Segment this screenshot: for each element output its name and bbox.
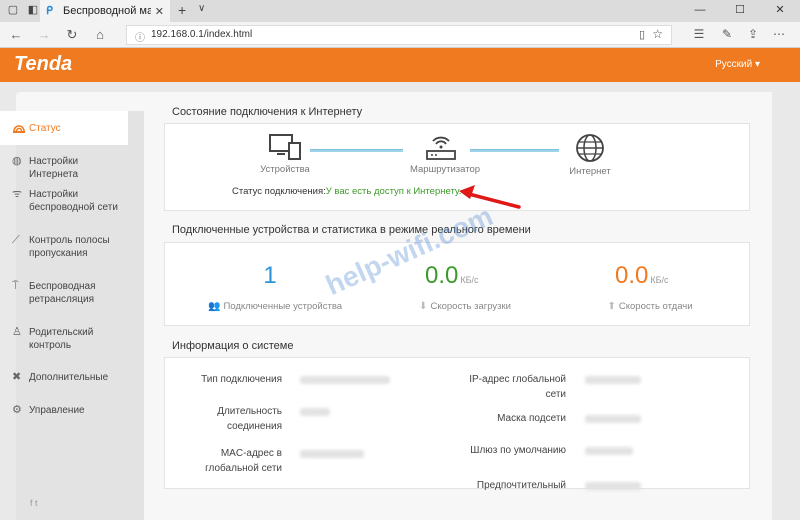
globe-icon: [576, 134, 604, 162]
maximize-icon[interactable]: ☐: [720, 0, 760, 22]
sidebar-item-label: Беспроводная ретрансляция: [29, 281, 96, 305]
connection-section-title: Состояние подключения к Интернету: [172, 106, 363, 118]
new-tab-icon[interactable]: +: [178, 2, 186, 18]
mask-value: [585, 415, 641, 423]
minimize-icon[interactable]: —: [680, 0, 720, 22]
browser-tab[interactable]: ᑭ Беспроводной маршру ✕: [40, 0, 170, 22]
wifi-icon: ᯤ: [12, 188, 23, 200]
duration-label: Длительность соединения: [217, 406, 282, 432]
dns-label: Предпочтительный: [476, 480, 566, 491]
devices-icon: [269, 134, 301, 160]
devices-stat-label: 👥 Подключенные устройства: [207, 301, 343, 312]
sidebar-item-label: Родительский контроль: [29, 327, 94, 351]
sidebar-item-advanced[interactable]: ✖ Дополнительные: [0, 371, 128, 385]
connection-type-label: Тип подключения: [201, 374, 282, 385]
link-line-devices-router: [310, 149, 403, 152]
internet-node: Интернет: [560, 133, 620, 177]
sidebar-item-label: Настройки беспроводной сети: [29, 189, 118, 213]
browser-tabbar: ▢ ◧ ᑭ Беспроводной маршру ✕ + ∨ — ☐ ✕: [0, 0, 800, 22]
upload-value: 0.0: [615, 262, 649, 289]
internet-label: Интернет: [569, 166, 611, 177]
tab-aside-icon[interactable]: ◧: [26, 3, 40, 17]
close-tab-icon[interactable]: ✕: [155, 5, 164, 18]
sidebar-item-label: Контроль полосы пропускания: [29, 235, 110, 259]
router-label: Маршрутизатор: [410, 164, 481, 175]
devices-label: Устройства: [260, 164, 310, 175]
social-links[interactable]: f t: [30, 498, 38, 508]
tenda-logo: Tenda: [14, 53, 73, 75]
repeater-icon: ⍑: [12, 280, 19, 292]
connection-status: Статус подключения:У вас есть доступ к И…: [232, 186, 461, 197]
devices-count-value: 1: [263, 262, 277, 289]
forward-icon[interactable]: →: [36, 27, 52, 43]
mac-label: MAC-адрес в глобальной сети: [205, 448, 282, 474]
gateway-value: [585, 447, 633, 455]
download-stat: 0.0 КБ/с: [425, 262, 505, 290]
users-icon: 👥: [207, 301, 221, 312]
link-line-router-internet: [470, 149, 559, 152]
address-bar[interactable]: ⓘ 192.168.0.1/index.html ▯ ☆: [126, 25, 672, 45]
sidebar-item-label: Дополнительные: [29, 372, 109, 383]
tenda-header: Tenda Русский ▾: [0, 48, 800, 82]
sidebar-item-label: Управление: [29, 405, 85, 416]
sidebar-item-internet[interactable]: ◍ Настройки Интернета: [0, 155, 128, 181]
router-icon: [426, 136, 456, 160]
home-icon[interactable]: ⌂: [92, 27, 108, 43]
dns-value: [585, 482, 641, 490]
duration-value: [300, 408, 330, 416]
status-prefix: Статус подключения:: [232, 186, 326, 197]
back-icon[interactable]: ←: [8, 27, 24, 43]
share-icon[interactable]: ⇪: [744, 27, 762, 41]
chart-line-icon: ⟋: [12, 234, 20, 246]
mac-value: [300, 450, 364, 458]
mask-label: Маска подсети: [497, 413, 566, 424]
favorite-star-icon[interactable]: ☆: [652, 27, 663, 41]
browser-navbar: ← → ↻ ⌂ ⓘ 192.168.0.1/index.html ▯ ☆ ☰ ✎…: [0, 22, 800, 48]
tools-icon: ✖: [12, 371, 22, 383]
status-wave-icon: [12, 121, 26, 135]
globe-icon: ◍: [12, 155, 22, 167]
more-icon[interactable]: ⋯: [770, 27, 788, 41]
gateway-label: Шлюз по умолчанию: [470, 445, 566, 456]
devices-count: 1: [255, 262, 285, 290]
tenda-favicon-icon: ᑭ: [46, 5, 53, 17]
tab-title: Беспроводной маршру: [63, 5, 151, 17]
sidebar-item-parental[interactable]: ♙ Родительский контроль: [0, 326, 128, 352]
gear-icon: ⚙: [12, 404, 22, 416]
devices-node: Устройства: [250, 133, 320, 175]
router-node: Маршрутизатор: [410, 133, 481, 175]
ip-value: [585, 376, 641, 384]
person-icon: ♙: [12, 326, 22, 338]
upload-icon: ⬆: [607, 301, 616, 312]
sidebar-item-wireless[interactable]: ᯤ Настройки беспроводной сети: [0, 188, 128, 214]
upload-stat-label: ⬆ Скорость отдачи: [607, 301, 693, 312]
chevron-down-icon[interactable]: ∨: [198, 3, 205, 14]
address-url: 192.168.0.1/index.html: [151, 29, 253, 40]
tab-actions-icon[interactable]: ▢: [6, 3, 20, 17]
download-unit: КБ/с: [460, 275, 479, 285]
sidebar-item-label: Настройки Интернета: [29, 156, 79, 180]
ip-label: IP-адрес глобальной сети: [469, 374, 566, 400]
download-value: 0.0: [425, 262, 459, 289]
connection-type-value: [300, 376, 390, 384]
download-icon: ⬇: [419, 301, 428, 312]
close-window-icon[interactable]: ✕: [760, 0, 800, 22]
upload-stat: 0.0 КБ/с: [615, 262, 695, 290]
language-select[interactable]: Русский ▾: [715, 59, 760, 70]
sidebar-item-repeater[interactable]: ⍑ Беспроводная ретрансляция: [0, 280, 128, 306]
reading-view-icon[interactable]: ▯: [639, 28, 645, 41]
info-icon: ⓘ: [135, 33, 145, 44]
pen-notes-icon[interactable]: ✎: [718, 27, 736, 41]
refresh-icon[interactable]: ↻: [64, 27, 80, 43]
sidebar-item-label: Статус: [29, 122, 61, 134]
sidebar-item-status[interactable]: Статус: [0, 111, 128, 145]
system-section-title: Информация о системе: [172, 340, 294, 352]
download-stat-label: ⬇ Скорость загрузки: [419, 301, 511, 312]
status-value: У вас есть доступ к Интернету.: [325, 186, 462, 197]
sidebar-item-bandwidth[interactable]: ⟋ Контроль полосы пропускания: [0, 234, 128, 260]
sidebar-item-management[interactable]: ⚙ Управление: [0, 404, 128, 418]
favorites-hub-icon[interactable]: ☰: [690, 27, 708, 41]
upload-unit: КБ/с: [650, 275, 669, 285]
